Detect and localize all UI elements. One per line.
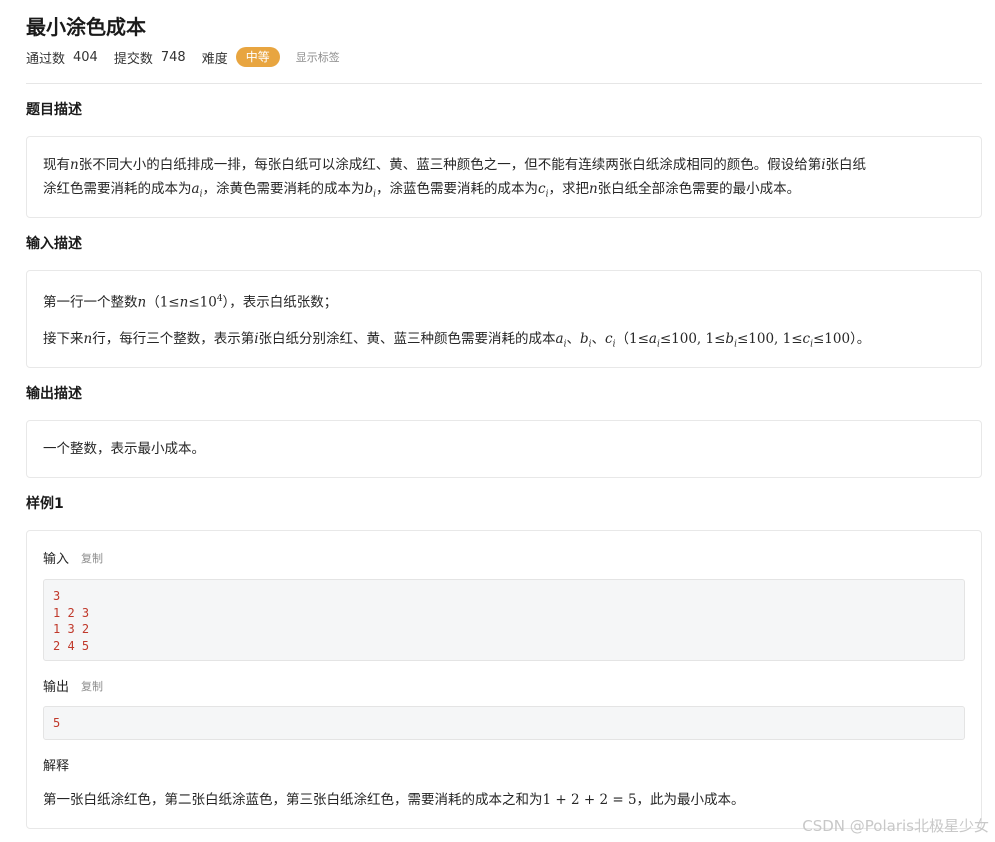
math-c: c xyxy=(802,331,811,347)
difficulty-label: 难度 xyxy=(201,51,228,67)
math: 1≤ xyxy=(159,294,180,311)
sample-heading: 样例1 xyxy=(26,496,64,512)
text: （ xyxy=(615,331,629,347)
sample-output-code[interactable]: 5 xyxy=(43,706,965,740)
problem-meta: 通过数 404 提交数 748 难度 中等 显示标签 xyxy=(26,46,340,68)
page-title: 最小涂色成本 xyxy=(26,15,146,39)
watermark: CSDN @Polaris北极星少女 xyxy=(802,817,989,835)
math-b: b xyxy=(725,331,735,347)
output-heading: 输出描述 xyxy=(26,386,82,402)
explain-text: 第一张白纸涂红色，第二张白纸涂蓝色，第三张白纸涂红色，需要消耗的成本之和为1 +… xyxy=(43,789,965,812)
show-tags-link[interactable]: 显示标签 xyxy=(296,49,340,65)
input-heading: 输入描述 xyxy=(26,236,82,252)
text: 第一行一个整数 xyxy=(43,294,138,311)
submit-count: 748 xyxy=(160,49,186,65)
text: 、 xyxy=(566,331,580,347)
text: ，此为最小成本。 xyxy=(636,792,745,808)
text: ，求把 xyxy=(548,181,589,197)
math-b: b xyxy=(579,331,589,347)
description-heading: 题目描述 xyxy=(26,102,82,118)
code-line: 2 4 5 xyxy=(53,638,90,653)
text: ，涂黄色需要消耗的成本为 xyxy=(202,181,365,197)
text: ），表示白纸张数； xyxy=(222,294,338,311)
math-a: a xyxy=(191,181,200,197)
text: 涂红色需要消耗的成本为 xyxy=(43,181,192,197)
explain-label: 解释 xyxy=(43,759,70,774)
text: ）。 xyxy=(850,331,871,347)
sample-input-label: 输入 xyxy=(43,552,70,567)
sample-input-code[interactable]: 3 1 2 3 1 3 2 2 4 5 xyxy=(43,579,965,661)
output-text: 一个整数，表示最小成本。 xyxy=(43,441,205,457)
math-a: a xyxy=(648,331,657,347)
text: 、 xyxy=(591,331,606,347)
math-c: c xyxy=(538,181,546,197)
math: ≤100, 1≤ xyxy=(736,331,803,347)
text: ，涂蓝色需要消耗的成本为 xyxy=(376,181,538,197)
sample-output-label: 输出 xyxy=(43,680,70,695)
math-n: n xyxy=(137,294,147,311)
math-n: n xyxy=(588,181,598,197)
math-a: a xyxy=(555,331,564,347)
sample-input-header: 输入 复制 xyxy=(43,548,103,568)
math: 1≤ xyxy=(628,331,649,347)
output-box: 一个整数，表示最小成本。 xyxy=(26,420,982,478)
text: 第一张白纸涂红色，第二张白纸涂蓝色，第三张白纸涂红色，需要消耗的成本之和为 xyxy=(43,792,543,808)
code-line: 1 2 3 xyxy=(53,605,90,620)
input-line-1: 第一行一个整数n（1≤n≤104），表示白纸张数； xyxy=(43,288,965,315)
code-line: 5 xyxy=(53,716,61,730)
description-line-1: 现有n张不同大小的白纸排成一排，每张白纸可以涂成红、黄、蓝三种颜色之一，但不能有… xyxy=(43,154,965,177)
submit-label: 提交数 xyxy=(113,51,153,67)
math-b: b xyxy=(364,181,374,197)
text: 张白纸全部涂色需要的最小成本。 xyxy=(597,181,801,197)
pass-count: 404 xyxy=(73,49,98,65)
text: 张白纸 xyxy=(825,157,867,173)
copy-input-button[interactable]: 复制 xyxy=(81,550,103,566)
sample-box: 输入 复制 3 1 2 3 1 3 2 2 4 5 输出 复制 5 解释 第一张… xyxy=(26,530,982,829)
math: ≤100 xyxy=(812,331,851,347)
math-c: c xyxy=(605,331,613,347)
description-box: 现有n张不同大小的白纸排成一排，每张白纸可以涂成红、黄、蓝三种颜色之一，但不能有… xyxy=(26,136,982,218)
math: ≤100, 1≤ xyxy=(659,331,726,347)
text: 张不同大小的白纸排成一排，每张白纸可以涂成红、黄、蓝三种颜色之一，但不能有连续两… xyxy=(78,157,822,173)
math-n: n xyxy=(70,157,79,173)
math-n: n xyxy=(179,294,189,311)
math-n: n xyxy=(83,331,93,347)
copy-output-button[interactable]: 复制 xyxy=(81,678,103,694)
text: 行，每行三个整数，表示第 xyxy=(92,331,255,347)
description-line-2: 涂红色需要消耗的成本为ai，涂黄色需要消耗的成本为bi，涂蓝色需要消耗的成本为c… xyxy=(43,178,965,207)
math: ≤10 xyxy=(188,294,217,311)
code-line: 1 3 2 xyxy=(53,622,90,636)
text: 现有 xyxy=(43,157,70,173)
header-divider xyxy=(26,83,982,84)
pass-label: 通过数 xyxy=(26,51,66,67)
code-line: 3 xyxy=(53,589,61,603)
math-sum: 1 + 2 + 2 = 5 xyxy=(542,792,637,808)
sample-output-header: 输出 复制 xyxy=(43,676,103,696)
input-line-2: 接下来n行，每行三个整数，表示第i张白纸分别涂红、黄、蓝三种颜色需要消耗的成本a… xyxy=(43,328,965,357)
text: 接下来 xyxy=(43,331,84,347)
text: （ xyxy=(146,294,160,311)
difficulty-badge: 中等 xyxy=(235,47,280,67)
input-box: 第一行一个整数n（1≤n≤104），表示白纸张数； 接下来n行，每行三个整数，表… xyxy=(26,270,982,368)
text: 张白纸分别涂红、黄、蓝三种颜色需要消耗的成本 xyxy=(258,331,556,347)
